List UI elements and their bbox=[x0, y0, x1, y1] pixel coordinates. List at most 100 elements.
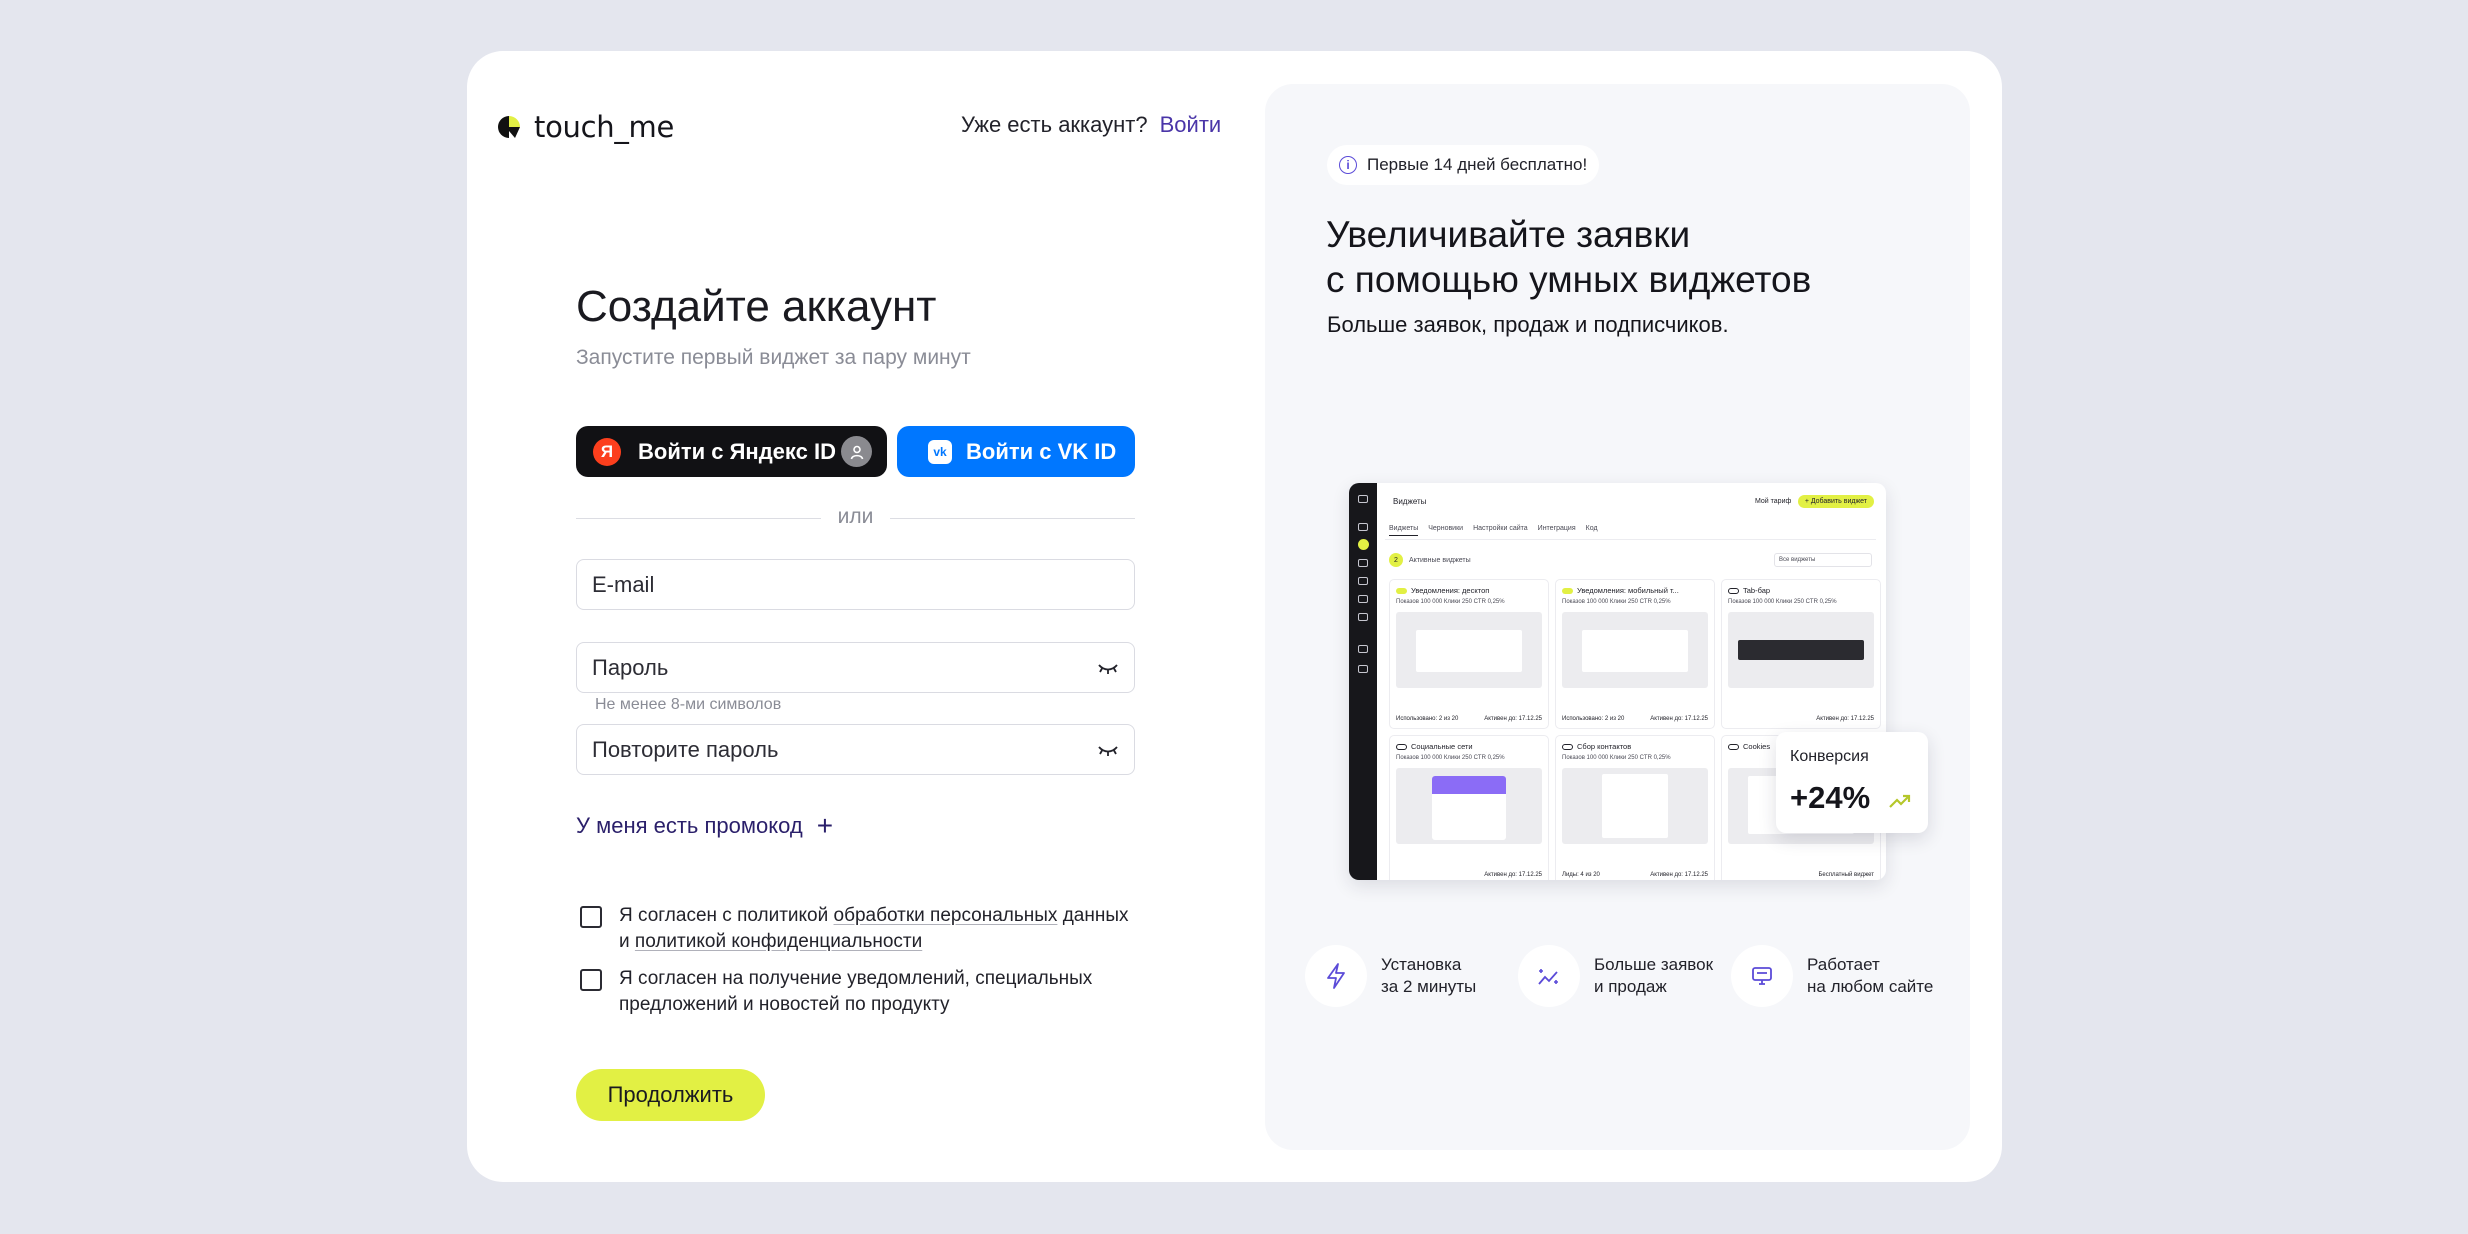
page-subtitle: Запустите первый виджет за пару минут bbox=[576, 346, 971, 369]
promo-subheadline: Больше заявок, продаж и подписчиков. bbox=[1327, 312, 1729, 337]
page-title: Создайте аккаунт bbox=[576, 282, 937, 331]
password-field[interactable] bbox=[576, 642, 1135, 693]
repeat-password-field[interactable] bbox=[576, 724, 1135, 775]
conversion-label: Конверсия bbox=[1790, 748, 1869, 765]
preview-tab: Виджеты bbox=[1389, 525, 1419, 536]
preview-active-count: 2 bbox=[1389, 553, 1403, 567]
preview-filter: Все виджеты bbox=[1774, 553, 1872, 567]
vk-id-button[interactable]: vk Войти с VK ID bbox=[897, 426, 1135, 477]
widget-active-until: Активен до: 17.12.25 bbox=[1650, 872, 1708, 878]
preview-widget-card: Уведомления: десктоп Показов 100 000 Кли… bbox=[1389, 579, 1549, 729]
widget-active-until: Активен до: 17.12.25 bbox=[1650, 716, 1708, 722]
widget-title: Уведомления: мобильный т... bbox=[1577, 586, 1679, 595]
marketing-consent-checkbox[interactable] bbox=[580, 969, 602, 991]
preview-header: Виджеты Мой тариф + Добавить виджет bbox=[1377, 483, 1886, 511]
marketing-consent-row: Я согласен на получение уведомлений, спе… bbox=[580, 966, 1135, 1018]
widget-title: Tab-бар bbox=[1743, 586, 1771, 595]
widget-active-until: Активен до: 17.12.25 bbox=[1484, 872, 1542, 878]
preview-nav-icon bbox=[1358, 665, 1368, 673]
brand-logo[interactable]: touch_me bbox=[496, 110, 674, 144]
yandex-button-label: Войти с Яндекс ID bbox=[638, 438, 836, 464]
widget-title: Сбор контактов bbox=[1577, 742, 1632, 751]
preview-divider bbox=[1385, 539, 1876, 540]
vk-logo-icon: vk bbox=[928, 439, 952, 464]
consent1-prefix: Я согласен с политикой bbox=[619, 905, 834, 926]
widget-stats: Показов 100 000 Клики 250 CTR 0,25% bbox=[1562, 755, 1671, 761]
consent1-mid: данных bbox=[1057, 905, 1129, 926]
promo-code-toggle[interactable]: У меня есть промокод + bbox=[576, 812, 833, 840]
yandex-id-button[interactable]: Я Войти с Яндекс ID bbox=[576, 426, 887, 477]
login-link[interactable]: Войти bbox=[1160, 112, 1222, 138]
widget-stats: Показов 100 000 Клики 250 CTR 0,25% bbox=[1562, 599, 1671, 605]
preview-widget-card: Tab-бар Показов 100 000 Клики 250 CTR 0,… bbox=[1721, 579, 1881, 729]
preview-tab: Код bbox=[1585, 525, 1598, 532]
email-field[interactable] bbox=[576, 559, 1135, 610]
plus-icon: + bbox=[816, 810, 834, 841]
toggle-off-icon bbox=[1562, 744, 1573, 751]
widget-preview bbox=[1728, 612, 1874, 688]
preview-tab: Интеграция bbox=[1537, 525, 1576, 532]
preview-tabs: Виджеты Черновики Настройки сайта Интегр… bbox=[1389, 525, 1598, 536]
trend-up-icon bbox=[1889, 794, 1911, 808]
preview-nav-icon bbox=[1358, 595, 1368, 603]
toggle-on-icon bbox=[1562, 588, 1573, 595]
login-prompt: Уже есть аккаунт? Войти bbox=[961, 112, 1221, 138]
widget-stats: Показов 100 000 Клики 250 CTR 0,25% bbox=[1728, 599, 1837, 605]
preview-sidebar bbox=[1349, 483, 1377, 880]
widget-stats: Показов 100 000 Клики 250 CTR 0,25% bbox=[1396, 755, 1505, 761]
email-input[interactable] bbox=[577, 571, 1134, 598]
widget-title: Социальные сети bbox=[1411, 742, 1473, 751]
preview-tariff: Мой тариф bbox=[1755, 498, 1792, 505]
toggle-on-icon bbox=[1396, 588, 1407, 595]
trial-badge-label: Первые 14 дней бесплатно! bbox=[1367, 155, 1588, 174]
feature-any-site-text: Работает на любом сайте bbox=[1807, 955, 1934, 996]
hide-repeat-password-icon[interactable] bbox=[1097, 741, 1119, 759]
privacy-consent-checkbox[interactable] bbox=[580, 906, 602, 928]
preview-title: Виджеты bbox=[1393, 497, 1427, 506]
divider-line-right bbox=[890, 518, 1135, 519]
marketing-consent-text: Я согласен на получение уведомлений, спе… bbox=[619, 968, 1093, 1015]
widget-usage: Использовано: 2 из 20 bbox=[1396, 716, 1459, 722]
feature-sales-text: Больше заявок и продаж bbox=[1594, 955, 1714, 996]
widget-title: Уведомления: десктоп bbox=[1411, 586, 1490, 595]
widget-preview bbox=[1396, 612, 1542, 688]
widget-active-until: Активен до: 17.12.25 bbox=[1484, 716, 1542, 722]
widget-preview bbox=[1396, 768, 1542, 844]
widget-preview bbox=[1562, 768, 1708, 844]
conversion-value: +24% bbox=[1790, 780, 1871, 815]
widget-stats: Показов 100 000 Клики 250 CTR 0,25% bbox=[1396, 599, 1505, 605]
consent1-line2-prefix: и bbox=[619, 931, 635, 952]
password-hint: Не менее 8-ми символов bbox=[595, 696, 782, 713]
logo-mark-icon bbox=[498, 116, 520, 138]
trial-badge: i Первые 14 дней бесплатно! bbox=[1327, 145, 1600, 185]
preview-nav-icon bbox=[1358, 577, 1368, 585]
feature-any-site: Работает на любом сайте bbox=[1731, 945, 1933, 1007]
preview-nav-active-icon bbox=[1358, 539, 1369, 550]
hide-password-icon[interactable] bbox=[1097, 659, 1119, 677]
preview-widget-card: Уведомления: мобильный т... Показов 100 … bbox=[1555, 579, 1715, 729]
or-divider: или bbox=[576, 505, 1135, 533]
widget-active-until: Активен до: 17.12.25 bbox=[1816, 716, 1874, 722]
toggle-off-icon bbox=[1396, 744, 1407, 751]
personal-data-policy-link[interactable]: обработки персональных bbox=[834, 905, 1058, 926]
preview-active-label: Активные виджеты bbox=[1409, 556, 1471, 564]
privacy-consent-row: Я согласен с политикой обработки персона… bbox=[580, 903, 1129, 955]
user-avatar-icon bbox=[841, 436, 872, 467]
privacy-consent-text: Я согласен с политикой обработки персона… bbox=[619, 903, 1129, 955]
repeat-password-input[interactable] bbox=[577, 736, 1134, 763]
widget-usage: Использовано: 2 из 20 bbox=[1562, 716, 1625, 722]
preview-active-row: 2 Активные виджеты bbox=[1389, 553, 1471, 567]
preview-widget-card: Социальные сети Показов 100 000 Клики 25… bbox=[1389, 735, 1549, 880]
password-input[interactable] bbox=[577, 654, 1134, 681]
sparkle-chart-icon bbox=[1518, 945, 1580, 1007]
widget-usage: Лиды: 4 из 20 bbox=[1562, 872, 1600, 878]
vk-button-label: Войти с VK ID bbox=[966, 438, 1117, 464]
continue-button[interactable]: Продолжить bbox=[576, 1069, 765, 1121]
privacy-policy-link[interactable]: политикой конфиденциальности bbox=[635, 931, 922, 952]
preview-tab: Черновики bbox=[1428, 525, 1464, 532]
info-icon: i bbox=[1339, 156, 1357, 174]
monitor-icon bbox=[1731, 945, 1793, 1007]
lightning-icon bbox=[1305, 945, 1367, 1007]
divider-label: или bbox=[837, 505, 874, 528]
feature-sales: Больше заявок и продаж bbox=[1518, 945, 1713, 1007]
